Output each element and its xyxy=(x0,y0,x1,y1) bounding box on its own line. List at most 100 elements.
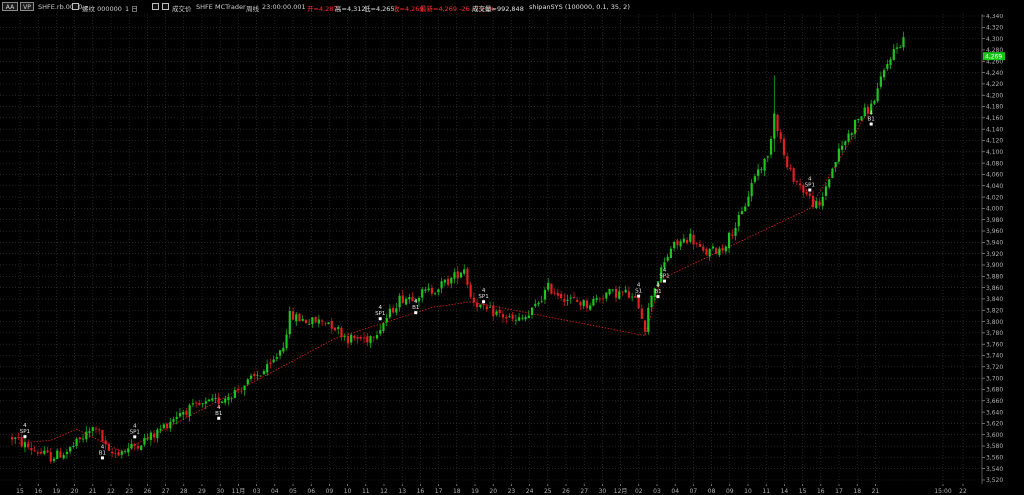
price-tick-label: 4,120 xyxy=(986,138,1003,145)
candle-body xyxy=(278,350,282,356)
candle-body xyxy=(446,278,450,285)
candle-body xyxy=(879,76,882,87)
candle-body xyxy=(705,249,708,255)
candle-body xyxy=(569,297,572,299)
candle-body xyxy=(14,437,17,439)
candle-body xyxy=(453,272,456,279)
high-value: 高=4,312 xyxy=(335,5,366,13)
price-chart[interactable]: 4SP14B14SP14B14SP14B14SP14S14B14SP14SP14… xyxy=(0,14,1024,484)
time-tick-label: 12 xyxy=(380,488,388,495)
candle-body xyxy=(824,186,828,196)
candle-body xyxy=(17,436,20,438)
candle-body xyxy=(52,458,56,461)
price-tick-label: 3,540 xyxy=(986,466,1003,473)
candle-body xyxy=(537,302,540,305)
candle-body xyxy=(566,299,569,301)
candle-body xyxy=(495,311,498,315)
candle-body xyxy=(366,336,369,343)
candle-body xyxy=(359,337,362,339)
candle-body xyxy=(779,132,782,140)
candle-body xyxy=(821,196,824,207)
candle-body xyxy=(595,297,598,300)
candle-body xyxy=(498,309,501,314)
candle-body xyxy=(111,451,114,454)
time-tick-label: 13 xyxy=(398,488,406,495)
candle-body xyxy=(333,327,337,331)
candle-body xyxy=(169,421,172,429)
signal-dot xyxy=(656,295,660,299)
candle-body xyxy=(379,330,382,334)
candle-body xyxy=(892,49,895,61)
signal-dot xyxy=(217,416,221,420)
candle-body xyxy=(676,240,679,246)
candle-body xyxy=(789,167,792,169)
price-axis: 4,3404,3204,3004,2804,2604,2404,2204,200… xyxy=(981,14,1005,484)
price-tick-label: 3,720 xyxy=(986,364,1003,371)
candle-body xyxy=(272,359,275,363)
price-tick-label: 4,240 xyxy=(986,70,1003,77)
candle-body xyxy=(362,337,366,339)
candle-body xyxy=(417,297,421,302)
candle-body xyxy=(214,398,217,400)
session-label: 周线 xyxy=(246,5,259,13)
candle-body xyxy=(734,227,737,236)
candle-body xyxy=(692,234,695,245)
time-tick-label: 20 xyxy=(71,488,79,495)
candle-body xyxy=(740,211,744,215)
time-tick-label: 15:00 xyxy=(934,488,951,495)
candle-body xyxy=(369,336,372,344)
candle-body xyxy=(395,308,398,313)
candle-body xyxy=(624,289,627,293)
candle-body xyxy=(372,336,375,338)
candle-body xyxy=(220,401,224,403)
candle-body xyxy=(886,63,889,69)
candle-body xyxy=(217,397,220,404)
candle-body xyxy=(640,308,643,319)
time-tick-label: 11 xyxy=(762,488,770,495)
candle-body xyxy=(718,248,721,256)
candle-body xyxy=(117,452,120,456)
candle-body xyxy=(314,316,317,323)
time-tick-label: 09 xyxy=(326,488,334,495)
candle-body xyxy=(627,291,631,298)
candle-body xyxy=(695,243,698,245)
candle-body xyxy=(262,371,266,375)
candle-body xyxy=(443,279,446,283)
candle-body xyxy=(782,138,786,155)
price-tick-label: 3,940 xyxy=(986,240,1003,247)
candle-body xyxy=(324,323,327,325)
candle-body xyxy=(837,148,840,162)
candle-body xyxy=(266,364,269,373)
price-tick-label: 3,700 xyxy=(986,375,1003,382)
candle-body xyxy=(815,201,818,209)
candle-body xyxy=(795,180,798,182)
price-tick-label: 4,300 xyxy=(986,36,1003,43)
contract-checkbox[interactable] xyxy=(72,3,79,10)
period-checkbox-2[interactable] xyxy=(162,3,169,10)
price-tick-label: 3,820 xyxy=(986,307,1003,314)
price-tick-label: 3,860 xyxy=(986,285,1003,292)
time-axis: 15 16 19 20 21 22 23 26 27 28 29 30 11月 03 04 05 06 09 10 1… xyxy=(16,484,967,495)
candle-body xyxy=(479,304,482,308)
candle-body xyxy=(275,356,278,359)
candle-body xyxy=(508,316,511,318)
candle-body xyxy=(130,443,133,449)
price-tick-label: 3,620 xyxy=(986,421,1003,428)
time-tick-label: 19 xyxy=(471,488,479,495)
candle-body xyxy=(895,47,899,49)
time-tick-label: 16 xyxy=(34,488,42,495)
candle-body xyxy=(301,318,304,321)
candle-body xyxy=(249,375,253,379)
time-tick-label: 17 xyxy=(435,488,443,495)
mode-button[interactable]: VP xyxy=(20,2,34,11)
period-checkbox[interactable] xyxy=(152,3,159,10)
candle-body xyxy=(614,288,618,298)
close-value: 收=4,269 xyxy=(393,5,424,13)
candle-body xyxy=(39,451,43,454)
candle-body xyxy=(298,313,301,322)
candle-body xyxy=(828,179,831,188)
price-tick-label: 3,560 xyxy=(986,455,1003,462)
candle-body xyxy=(579,301,582,306)
symbol-button[interactable]: AA xyxy=(2,2,18,11)
candle-body xyxy=(101,429,104,442)
